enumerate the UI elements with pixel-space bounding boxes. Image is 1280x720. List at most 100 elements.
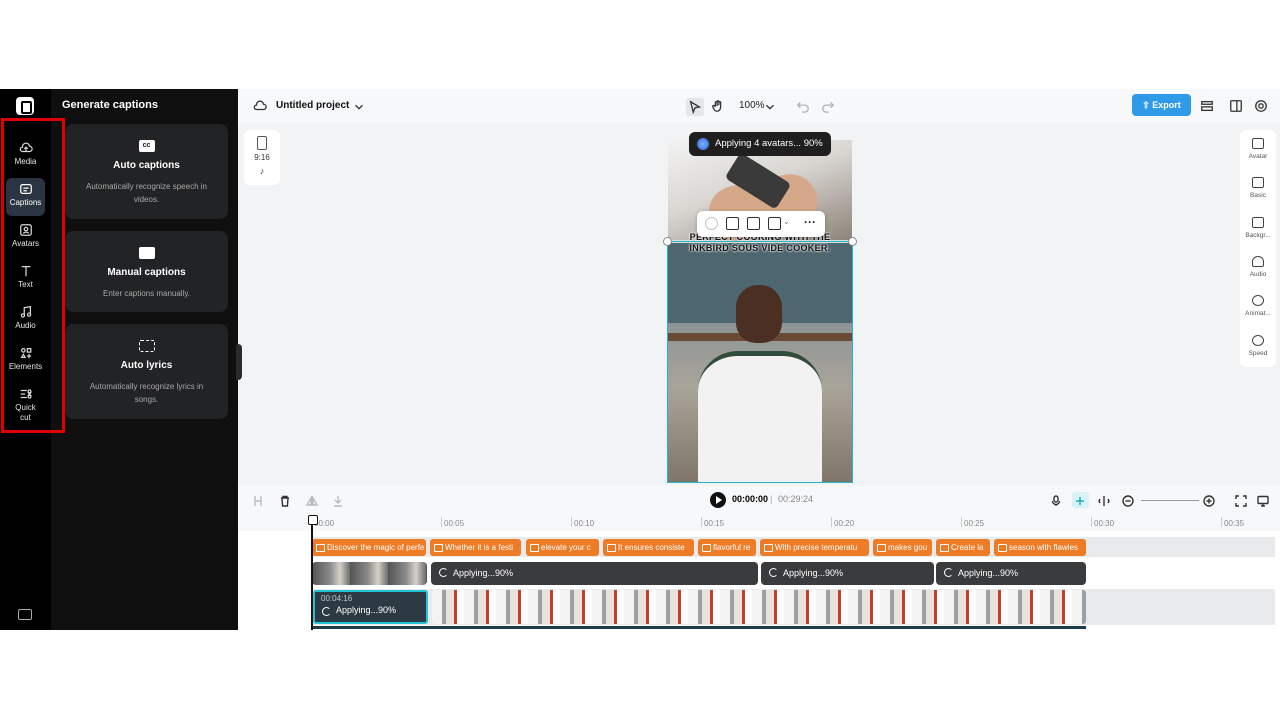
avatar-add-icon [1252, 138, 1264, 149]
rail-item-captions[interactable]: Captions [6, 178, 45, 216]
tick-label: 00:35 [1224, 519, 1245, 528]
mirror-icon[interactable] [305, 494, 319, 506]
auto-snap-icon[interactable] [1072, 492, 1089, 508]
video-preview[interactable]: PERFECT COOKING WITH THE INKBIRD SOUS VI… [668, 140, 852, 483]
rail-item-media[interactable]: Media [6, 137, 45, 175]
tiktok-icon: ♪ [259, 166, 265, 176]
split-view-icon[interactable] [1098, 494, 1110, 506]
rp-item-audio[interactable]: Audio [1240, 256, 1276, 278]
hand-pan-icon[interactable] [711, 99, 725, 113]
elements-icon [18, 346, 34, 360]
avatar-thumbnail-clip[interactable] [312, 562, 427, 585]
card-title: Auto lyrics [120, 360, 173, 371]
cc-icon: cc [138, 140, 155, 152]
crop-frame-icon[interactable] [747, 217, 760, 230]
auto-captions-card[interactable]: cc Auto captions Automatically recognize… [65, 124, 228, 219]
caption-clip[interactable]: Discover the magic of perfe [312, 539, 426, 556]
caption-clip[interactable]: season with flawles [994, 539, 1086, 556]
aspect-ratio-selector[interactable]: 9:16 ♪ [244, 130, 280, 185]
manual-captions-card[interactable]: Manual captions Enter captions manually. [65, 231, 228, 312]
download-icon[interactable] [332, 494, 344, 507]
floating-toolbar: ⌄ ··· [697, 211, 825, 237]
caption-clip[interactable]: elevate your c [526, 539, 599, 556]
animation-icon [1252, 295, 1264, 306]
panel-title: Generate captions [62, 99, 158, 111]
rail-item-audio[interactable]: Audio [6, 301, 45, 339]
undo-icon[interactable] [796, 99, 810, 113]
layers-icon[interactable] [1200, 99, 1214, 113]
rail-item-elements[interactable]: Elements [6, 342, 45, 380]
rp-item-animation[interactable]: Animat... [1240, 295, 1276, 317]
zoom-slider[interactable] [1141, 500, 1199, 501]
delete-icon[interactable] [279, 494, 291, 507]
play-button[interactable] [710, 492, 726, 508]
auto-lyrics-card[interactable]: Auto lyrics Automatically recognize lyri… [65, 324, 228, 419]
editor-app: Media Captions Avatars Text Audio Elemen… [0, 89, 1280, 630]
timeline: 00:00:00 | 00:29:24 00:00 00:05 00:10 00… [238, 485, 1280, 630]
tick-mark [831, 517, 832, 527]
time-separator: | [770, 494, 773, 504]
zoom-chevron-icon[interactable] [763, 100, 777, 114]
split-icon[interactable] [252, 494, 264, 506]
export-button[interactable]: ⇧ Export [1132, 94, 1191, 116]
caption-clip[interactable]: Whether it is a festi [430, 539, 521, 556]
card-title: Manual captions [107, 267, 186, 278]
caption-clip[interactable]: Create la [936, 539, 990, 556]
rp-item-background[interactable]: Backgr... [1240, 217, 1276, 239]
time-ruler[interactable]: 00:00 00:05 00:10 00:15 00:20 00:25 00:3… [238, 515, 1280, 531]
zoom-level[interactable]: 100% [739, 100, 765, 111]
fullscreen-icon[interactable] [1235, 494, 1247, 507]
layout-panel-icon[interactable] [1229, 99, 1243, 113]
avatar-clip[interactable]: Applying...90% [431, 562, 758, 585]
caption-clip[interactable]: flavorful re [698, 539, 756, 556]
zoom-in-icon[interactable] [1203, 494, 1215, 507]
tick-mark [571, 517, 572, 527]
avatar-clip[interactable]: Applying...90% [936, 562, 1086, 585]
resize-handle-tl[interactable] [663, 237, 672, 246]
rp-item-basic[interactable]: Basic [1240, 177, 1276, 199]
rail-item-avatars[interactable]: Avatars [6, 219, 45, 257]
zoom-out-icon[interactable] [1122, 494, 1134, 507]
resize-handle-tr[interactable] [848, 237, 857, 246]
redo-icon[interactable] [821, 99, 835, 113]
chevron-down-icon[interactable] [352, 100, 366, 114]
rail-item-quick-cut[interactable]: Quick cut [6, 383, 45, 429]
avatar-clip-status: Applying...90% [783, 568, 844, 578]
caption-clip[interactable]: It ensures consiste [603, 539, 694, 556]
avatar-icon [18, 223, 34, 237]
video-thumbnail-strip[interactable] [432, 590, 1086, 624]
rail-item-label: Audio [15, 321, 36, 330]
selected-main-clip[interactable]: 00:04:16 Applying...90% [313, 590, 428, 624]
select-pointer-icon[interactable] [686, 98, 704, 116]
caption-clip[interactable]: With precise temperatu [760, 539, 869, 556]
rp-item-avatar[interactable]: Avatar [1240, 138, 1276, 160]
loading-spinner-icon [944, 568, 953, 577]
more-options-icon[interactable]: ··· [804, 215, 816, 229]
cloud-sync-icon[interactable] [253, 99, 267, 113]
keyboard-shortcuts-icon[interactable] [18, 609, 32, 620]
caption-clip[interactable]: makes gou [873, 539, 932, 556]
export-upload-icon: ⇧ [1142, 100, 1153, 110]
avatar-clip[interactable]: Applying...90% [761, 562, 934, 585]
captions-icon [18, 182, 34, 196]
rp-item-speed[interactable]: Speed [1240, 335, 1276, 357]
chevron-down-icon[interactable]: ⌄ [783, 217, 790, 226]
rail-item-label: Quick cut [15, 403, 36, 422]
rail-item-text[interactable]: Text [6, 260, 45, 298]
tick-mark [441, 517, 442, 527]
replace-media-icon[interactable] [768, 217, 781, 230]
app-logo-icon[interactable] [16, 97, 34, 115]
playhead[interactable] [308, 515, 318, 630]
monitor-icon[interactable] [1257, 494, 1269, 507]
toast-text: Applying 4 avatars... 90% [715, 138, 823, 149]
top-bar: Untitled project 100% ⇧ Export [238, 89, 1280, 123]
avatar-swap-icon[interactable] [705, 217, 718, 230]
panel-collapse-handle[interactable] [236, 344, 242, 380]
tick-mark [961, 517, 962, 527]
microphone-icon[interactable] [1050, 494, 1062, 506]
add-image-icon[interactable] [726, 217, 739, 230]
project-name[interactable]: Untitled project [276, 100, 349, 111]
settings-gear-icon[interactable] [1254, 99, 1268, 113]
rp-label: Audio [1249, 271, 1267, 278]
background-icon [1252, 217, 1264, 228]
